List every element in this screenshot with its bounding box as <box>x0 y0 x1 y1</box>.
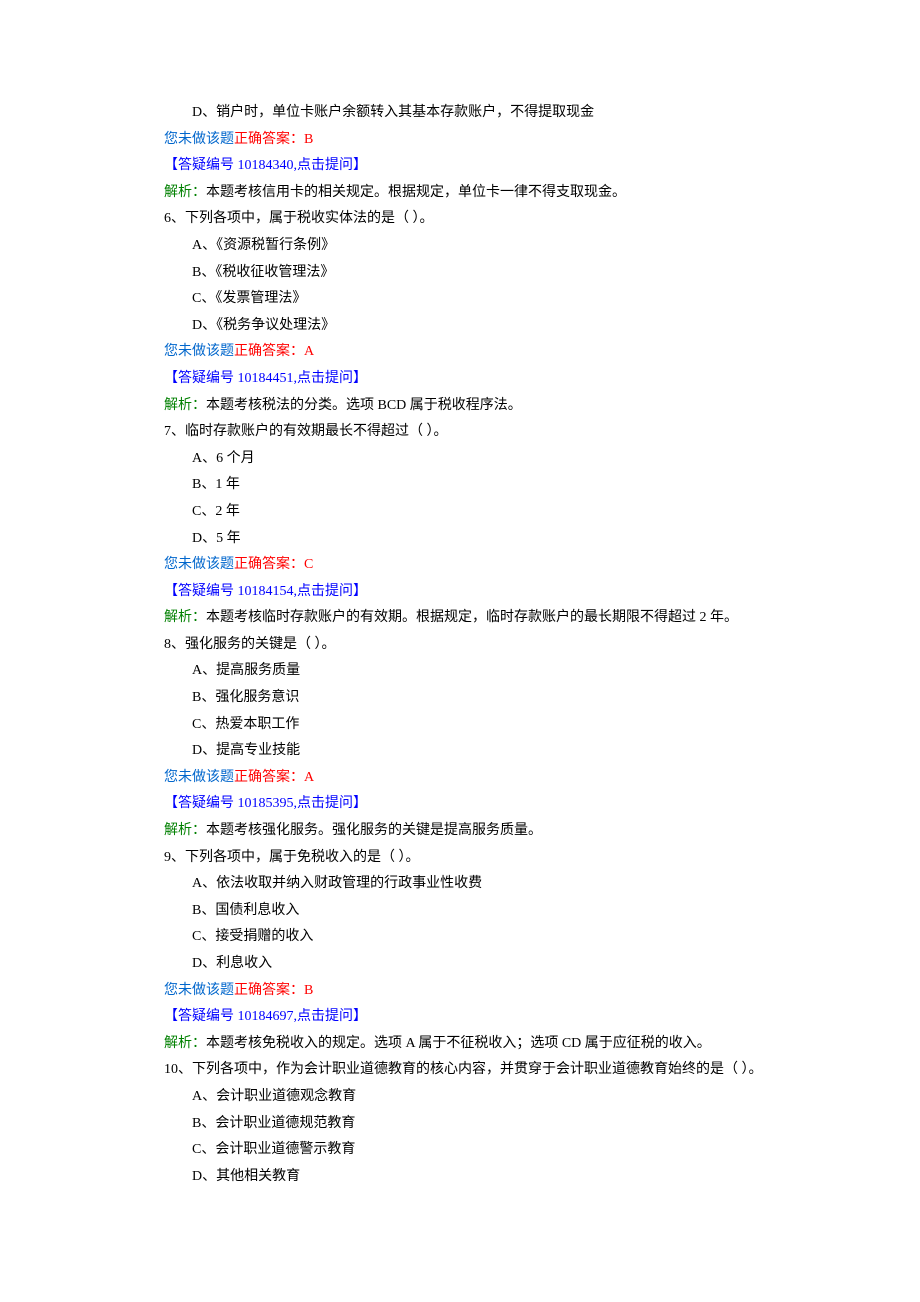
qa-link[interactable]: 【答疑编号 10184154,点击提问】 <box>150 579 770 606</box>
question-10-option-b: B、会计职业道德规范教育 <box>150 1111 770 1138</box>
correct-answer-value: C <box>304 557 313 572</box>
analysis-line: 解析：本题考核免税收入的规定。选项 A 属于不征税收入；选项 CD 属于应征税的… <box>150 1031 770 1058</box>
analysis-text: 本题考核强化服务。强化服务的关键是提高服务质量。 <box>206 823 542 838</box>
question-6-option-a: A、《资源税暂行条例》 <box>150 233 770 260</box>
correct-answer-label: 正确答案： <box>234 770 304 785</box>
not-answered-status: 您未做该题 <box>164 983 234 998</box>
question-10-option-c: C、会计职业道德警示教育 <box>150 1137 770 1164</box>
not-answered-status: 您未做该题 <box>164 770 234 785</box>
question-8-option-c: C、热爱本职工作 <box>150 712 770 739</box>
analysis-text: 本题考核税法的分类。选项 BCD 属于税收程序法。 <box>206 398 522 413</box>
question-7-option-c: C、2 年 <box>150 499 770 526</box>
analysis-label: 解析： <box>164 823 206 838</box>
correct-answer-value: B <box>304 132 313 147</box>
question-5-option-d: D、销户时，单位卡账户余额转入其基本存款账户，不得提取现金 <box>150 100 770 127</box>
not-answered-status: 您未做该题 <box>164 344 234 359</box>
correct-answer-label: 正确答案： <box>234 557 304 572</box>
question-9-status-line: 您未做该题正确答案：B <box>150 978 770 1005</box>
question-6-stem: 6、下列各项中，属于税收实体法的是（ ）。 <box>150 206 770 233</box>
analysis-text: 本题考核免税收入的规定。选项 A 属于不征税收入；选项 CD 属于应征税的收入。 <box>206 1036 711 1051</box>
question-10-option-d: D、其他相关教育 <box>150 1164 770 1191</box>
qa-link-text: 【答疑编号 10184154,点击提问】 <box>164 584 367 599</box>
correct-answer-value: A <box>304 344 314 359</box>
qa-link[interactable]: 【答疑编号 10185395,点击提问】 <box>150 791 770 818</box>
question-8-stem: 8、强化服务的关键是（ ）。 <box>150 632 770 659</box>
question-10-option-a: A、会计职业道德观念教育 <box>150 1084 770 1111</box>
question-6-option-d: D、《税务争议处理法》 <box>150 313 770 340</box>
qa-link[interactable]: 【答疑编号 10184697,点击提问】 <box>150 1004 770 1031</box>
qa-link-text: 【答疑编号 10185395,点击提问】 <box>164 796 367 811</box>
question-8-status-line: 您未做该题正确答案：A <box>150 765 770 792</box>
analysis-line: 解析：本题考核临时存款账户的有效期。根据规定，临时存款账户的最长期限不得超过 2… <box>150 605 770 632</box>
qa-link-text: 【答疑编号 10184697,点击提问】 <box>164 1009 367 1024</box>
correct-answer-value: B <box>304 983 313 998</box>
qa-link-text: 【答疑编号 10184451,点击提问】 <box>164 371 367 386</box>
question-9-option-d: D、利息收入 <box>150 951 770 978</box>
correct-answer-label: 正确答案： <box>234 983 304 998</box>
question-8-option-a: A、提高服务质量 <box>150 658 770 685</box>
correct-answer-label: 正确答案： <box>234 344 304 359</box>
analysis-label: 解析： <box>164 1036 206 1051</box>
question-7-stem: 7、临时存款账户的有效期最长不得超过（ ）。 <box>150 419 770 446</box>
qa-link-text: 【答疑编号 10184340,点击提问】 <box>164 158 367 173</box>
question-9-option-b: B、国债利息收入 <box>150 898 770 925</box>
question-7-option-b: B、1 年 <box>150 472 770 499</box>
analysis-line: 解析：本题考核税法的分类。选项 BCD 属于税收程序法。 <box>150 393 770 420</box>
question-10-stem: 10、下列各项中，作为会计职业道德教育的核心内容，并贯穿于会计职业道德教育始终的… <box>150 1057 770 1084</box>
question-7-option-a: A、6 个月 <box>150 446 770 473</box>
analysis-text: 本题考核信用卡的相关规定。根据规定，单位卡一律不得支取现金。 <box>206 185 626 200</box>
question-5-status-line: 您未做该题正确答案：B <box>150 127 770 154</box>
analysis-label: 解析： <box>164 185 206 200</box>
question-9-stem: 9、下列各项中，属于免税收入的是（ ）。 <box>150 845 770 872</box>
question-6-status-line: 您未做该题正确答案：A <box>150 339 770 366</box>
analysis-label: 解析： <box>164 610 206 625</box>
question-9-option-c: C、接受捐赠的收入 <box>150 924 770 951</box>
correct-answer-label: 正确答案： <box>234 132 304 147</box>
qa-link[interactable]: 【答疑编号 10184340,点击提问】 <box>150 153 770 180</box>
qa-link[interactable]: 【答疑编号 10184451,点击提问】 <box>150 366 770 393</box>
analysis-text: 本题考核临时存款账户的有效期。根据规定，临时存款账户的最长期限不得超过 2 年。 <box>206 610 738 625</box>
question-7-option-d: D、5 年 <box>150 526 770 553</box>
analysis-line: 解析：本题考核信用卡的相关规定。根据规定，单位卡一律不得支取现金。 <box>150 180 770 207</box>
analysis-line: 解析：本题考核强化服务。强化服务的关键是提高服务质量。 <box>150 818 770 845</box>
question-9-option-a: A、依法收取并纳入财政管理的行政事业性收费 <box>150 871 770 898</box>
correct-answer-value: A <box>304 770 314 785</box>
not-answered-status: 您未做该题 <box>164 557 234 572</box>
analysis-label: 解析： <box>164 398 206 413</box>
question-8-option-d: D、提高专业技能 <box>150 738 770 765</box>
not-answered-status: 您未做该题 <box>164 132 234 147</box>
question-8-option-b: B、强化服务意识 <box>150 685 770 712</box>
question-6-option-b: B、《税收征收管理法》 <box>150 260 770 287</box>
question-7-status-line: 您未做该题正确答案：C <box>150 552 770 579</box>
question-6-option-c: C、《发票管理法》 <box>150 286 770 313</box>
